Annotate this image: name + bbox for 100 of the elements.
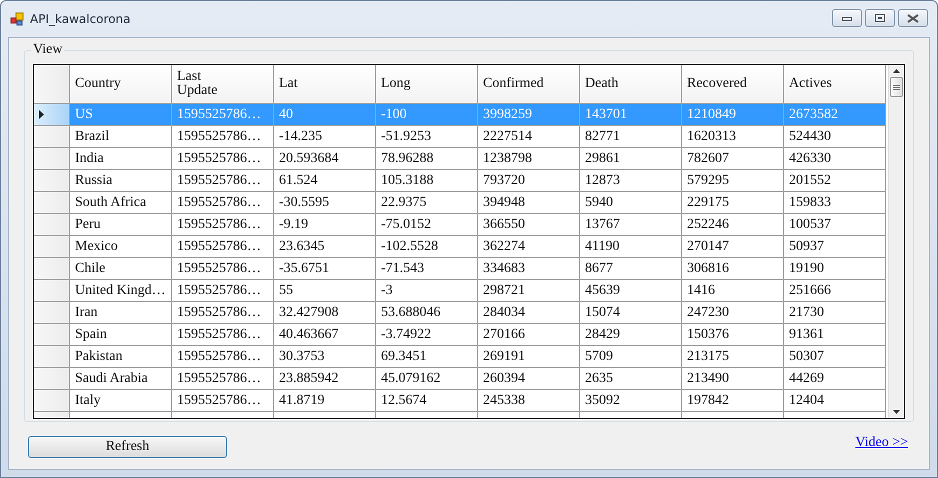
table-row[interactable]: Mexico 1595525786… 23.6345 -102.5528 362274 41190 270147 50937: [34, 236, 886, 258]
column-header[interactable]: Actives: [789, 77, 832, 91]
table-cell: 524430: [789, 128, 831, 144]
table-cell: Iran: [75, 304, 98, 320]
table-cell: 35092: [585, 392, 620, 408]
table-cell: Saudi Arabia: [75, 370, 148, 386]
table-cell: Pakistan: [75, 348, 122, 364]
table-cell: 78.96288: [381, 150, 434, 166]
table-row[interactable]: India 1595525786… 20.593684 78.96288 1238798 29861 782607 426330: [34, 148, 886, 170]
vertical-scrollbar[interactable]: [888, 65, 904, 418]
table-cell: 19190: [789, 260, 824, 276]
table-cell: Peru: [75, 216, 101, 232]
scroll-up-icon[interactable]: [893, 69, 900, 73]
table-cell: Chile: [75, 260, 106, 276]
table-cell: 1595525786…: [177, 150, 261, 166]
table-row[interactable]: Peru 1595525786… -9.19 -75.0152 366550 13767 252246 100537: [34, 214, 886, 236]
table-cell: -3.74922: [381, 326, 432, 342]
table-cell: 252246: [687, 216, 729, 232]
table-cell: 394948: [483, 194, 525, 210]
table-cell: 32.427908: [279, 304, 338, 320]
table-cell: 213490: [687, 370, 729, 386]
table-cell: -30.5595: [279, 194, 330, 210]
table-cell: Russia: [75, 172, 112, 188]
video-link[interactable]: Video >>: [855, 435, 908, 451]
table-cell: 260394: [483, 370, 525, 386]
table-cell: 100537: [789, 216, 831, 232]
table-cell: 50307: [789, 348, 824, 364]
maximize-button[interactable]: [865, 9, 895, 27]
table-cell: -14.235: [279, 128, 322, 144]
table-cell: 1595525786…: [177, 106, 261, 122]
table-row[interactable]: Italy 1595525786… 41.8719 12.5674 245338 35092 197842 12404: [34, 390, 886, 412]
table-cell: 21730: [789, 304, 824, 320]
table-cell: 44269: [789, 370, 824, 386]
column-header[interactable]: Country: [75, 77, 121, 91]
refresh-button[interactable]: Refresh: [28, 436, 227, 458]
table-cell: 1595525786…: [177, 392, 261, 408]
table-row[interactable]: United Kingd… 1595525786… 55 -3 298721 45639 1416 251666: [34, 280, 886, 302]
table-cell: 793720: [483, 172, 525, 188]
table-cell: 2673582: [789, 106, 838, 122]
table-cell: Brazil: [75, 128, 110, 144]
maximize-icon: [875, 14, 885, 22]
table-cell: 1210849: [687, 106, 736, 122]
grip-icon: [893, 84, 900, 90]
table-cell: 2227514: [483, 128, 532, 144]
table-row[interactable]: Saudi Arabia 1595525786… 23.885942 45.079162 260394 2635 213490 44269: [34, 368, 886, 390]
table-row[interactable]: Chile 1595525786… -35.6751 -71.543 334683 8677 306816 19190: [34, 258, 886, 280]
table-cell: 1416: [687, 282, 715, 298]
table-cell: Italy: [75, 392, 101, 408]
table-cell: South Africa: [75, 194, 146, 210]
table-cell: 782607: [687, 150, 729, 166]
table-cell: 426330: [789, 150, 831, 166]
table-cell: 1595525786…: [177, 194, 261, 210]
table-row[interactable]: Spain 1595525786… 40.463667 -3.74922 270166 28429 150376 91361: [34, 324, 886, 346]
scroll-thumb[interactable]: [890, 77, 903, 97]
table-row[interactable]: South Africa 1595525786… -30.5595 22.9375 394948 5940 229175 159833: [34, 192, 886, 214]
table-row[interactable]: Iran 1595525786… 32.427908 53.688046 284034 15074 247230 21730: [34, 302, 886, 324]
table-cell: -102.5528: [381, 238, 438, 254]
column-header[interactable]: Lat: [279, 77, 298, 91]
close-button[interactable]: [898, 9, 928, 27]
table-cell: -51.9253: [381, 128, 432, 144]
table-cell: 1595525786…: [177, 304, 261, 320]
table-cell: -75.0152: [381, 216, 432, 232]
table-cell: 91361: [789, 326, 824, 342]
table-row[interactable]: Russia 1595525786… 61.524 105.3188 793720 12873 579295 201552: [34, 170, 886, 192]
table-cell: 3998259: [483, 106, 532, 122]
table-cell: 30.3753: [279, 348, 324, 364]
scroll-down-icon[interactable]: [893, 410, 900, 414]
table-cell: 1620313: [687, 128, 736, 144]
table-cell: 50937: [789, 238, 824, 254]
table-cell: 2635: [585, 370, 613, 386]
table-row[interactable]: Brazil 1595525786… -14.235 -51.9253 2227514 82771 1620313 524430: [34, 126, 886, 148]
table-cell: 23.885942: [279, 370, 338, 386]
close-icon: [907, 14, 919, 22]
table-cell: 284034: [483, 304, 525, 320]
table-cell: 8677: [585, 260, 613, 276]
app-icon: [10, 12, 24, 26]
table-cell: 306816: [687, 260, 729, 276]
table-cell: 53.688046: [381, 304, 440, 320]
table-cell: 45639: [585, 282, 620, 298]
table-cell: 1595525786…: [177, 172, 261, 188]
window-title: API_kawalcorona: [30, 12, 130, 26]
table-cell: 105.3188: [381, 172, 434, 188]
table-row[interactable]: Pakistan 1595525786… 30.3753 69.3451 269191 5709 213175 50307: [34, 346, 886, 368]
minimize-button[interactable]: [832, 9, 862, 27]
table-cell: 247230: [687, 304, 729, 320]
table-cell: 61.524: [279, 172, 318, 188]
table-cell: 12873: [585, 172, 620, 188]
table-cell: 5940: [585, 194, 613, 210]
table-cell: 362274: [483, 238, 525, 254]
table-cell: 41.8719: [279, 392, 324, 408]
table-cell: 1238798: [483, 150, 532, 166]
table-cell: 45.079162: [381, 370, 440, 386]
column-header[interactable]: Long: [381, 77, 411, 91]
table-cell: 229175: [687, 194, 729, 210]
column-header[interactable]: Death: [585, 77, 618, 91]
table-cell: -35.6751: [279, 260, 330, 276]
table-cell: 270166: [483, 326, 525, 342]
table-cell: 15074: [585, 304, 620, 320]
table-cell: 197842: [687, 392, 729, 408]
table-cell: 334683: [483, 260, 525, 276]
